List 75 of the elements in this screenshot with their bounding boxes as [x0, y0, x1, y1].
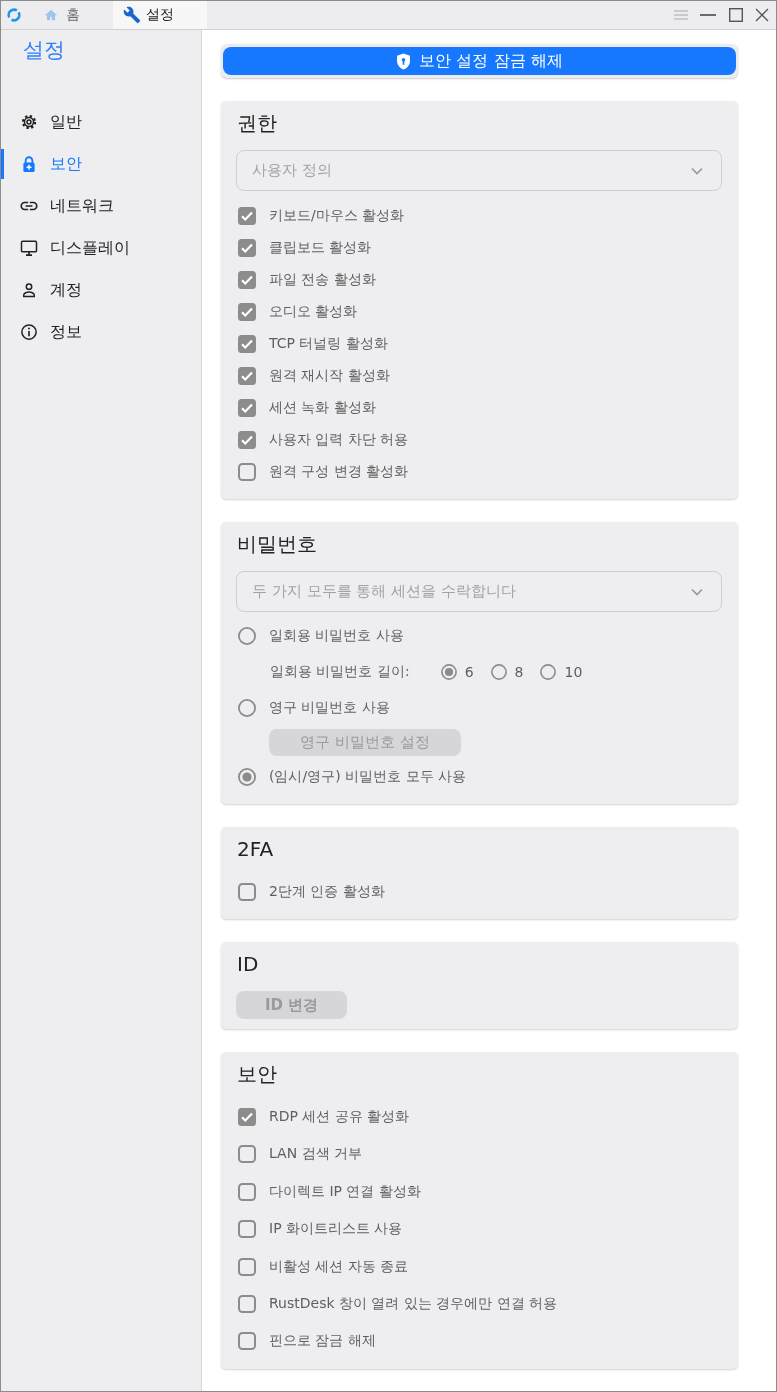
checkbox-label: 클립보드 활성화 [269, 239, 372, 257]
checkbox[interactable] [238, 207, 256, 225]
checkbox-label: 2단계 인증 활성화 [269, 882, 385, 901]
radio-label: 8 [514, 664, 524, 680]
checkbox-label: RDP 세션 공유 활성화 [269, 1108, 410, 1127]
person-icon [20, 281, 38, 299]
checkbox-label: 비활성 세션 자동 종료 [269, 1257, 409, 1276]
checkbox-label: 핀으로 잠금 해제 [269, 1332, 376, 1351]
radio-label: 10 [564, 664, 583, 680]
sidebar-item[interactable]: 일반 [1, 101, 201, 143]
radio-label: (임시/영구) 비밀번호 모두 사용 [269, 768, 466, 786]
shield-icon [396, 52, 412, 70]
section-title: 보안 [237, 1061, 278, 1088]
chevron-icon [691, 166, 703, 175]
checkbox[interactable] [238, 303, 256, 321]
section-title: 비밀번호 [237, 531, 318, 557]
checkbox[interactable] [238, 335, 256, 353]
lock-icon [20, 155, 38, 173]
radio-button[interactable] [540, 664, 557, 680]
info-icon [20, 323, 38, 341]
checkbox[interactable] [238, 367, 256, 385]
checkbox[interactable] [238, 271, 256, 289]
maximize-icon[interactable] [729, 8, 743, 22]
checkbox[interactable] [238, 431, 256, 449]
checkbox[interactable] [238, 882, 256, 901]
sidebar-title: 설정 [22, 37, 66, 64]
length-label: 일회용 비밀번호 길이: [270, 663, 410, 681]
sidebar-item[interactable]: 네트워크 [1, 185, 201, 227]
sidebar-item[interactable]: 보안 [1, 143, 201, 185]
radio-button[interactable] [490, 664, 507, 680]
checkbox-label: LAN 검색 거부 [269, 1145, 363, 1164]
checkbox[interactable] [238, 463, 256, 481]
checkbox-label: 오디오 활성화 [269, 303, 358, 321]
checkbox-label: TCP 터널링 활성화 [269, 335, 388, 353]
section-title: 2FA [237, 836, 275, 862]
checkbox-label: IP 화이트리스트 사용 [269, 1220, 403, 1239]
checkbox-label: 키보드/마우스 활성화 [269, 207, 405, 225]
wrench-icon [123, 6, 141, 24]
gear-icon [20, 113, 38, 131]
app-logo-icon [6, 7, 22, 23]
checkbox[interactable] [238, 1332, 256, 1351]
checkbox[interactable] [238, 1108, 256, 1127]
sidebar-item[interactable]: 정보 [1, 311, 201, 353]
radio-button[interactable] [238, 699, 256, 717]
tab[interactable]: 홈 [30, 1, 113, 29]
sidebar-item[interactable]: 디스플레이 [1, 227, 201, 269]
checkbox[interactable] [238, 239, 256, 257]
checkbox-label: RustDesk 창이 열려 있는 경우에만 연결 허용 [269, 1295, 558, 1314]
home-icon [44, 8, 58, 22]
checkbox-label: 다이렉트 IP 연결 활성화 [269, 1182, 421, 1201]
close-icon[interactable] [755, 8, 769, 22]
chevron-icon [691, 587, 703, 596]
checkbox[interactable] [238, 399, 256, 417]
checkbox-label: 파일 전송 활성화 [269, 271, 376, 289]
radio-button[interactable] [440, 664, 457, 680]
radio-button[interactable] [238, 768, 256, 786]
checkbox-label: 세션 녹화 활성화 [269, 399, 376, 417]
radio-label: 일회용 비밀번호 사용 [269, 627, 404, 645]
tab[interactable]: 설정 [113, 1, 207, 29]
radio-button[interactable] [238, 627, 256, 645]
radio-label: 6 [464, 664, 474, 680]
section-title: ID [237, 951, 260, 978]
checkbox[interactable] [238, 1220, 256, 1239]
checkbox-label: 원격 재시작 활성화 [269, 367, 390, 385]
checkbox-label: 사용자 입력 차단 허용 [269, 431, 409, 449]
section-title: 권한 [237, 110, 278, 136]
checkbox-label: 원격 구성 변경 활성화 [269, 463, 409, 481]
monitor-icon [20, 239, 38, 257]
sidebar-item[interactable]: 계정 [1, 269, 201, 311]
checkbox[interactable] [238, 1145, 256, 1164]
checkbox[interactable] [238, 1257, 256, 1276]
checkbox[interactable] [238, 1182, 256, 1201]
unlock-button[interactable]: 보안 설정 잠금 해제 [223, 47, 736, 75]
checkbox[interactable] [238, 1295, 256, 1314]
radio-label: 영구 비밀번호 사용 [269, 699, 390, 717]
